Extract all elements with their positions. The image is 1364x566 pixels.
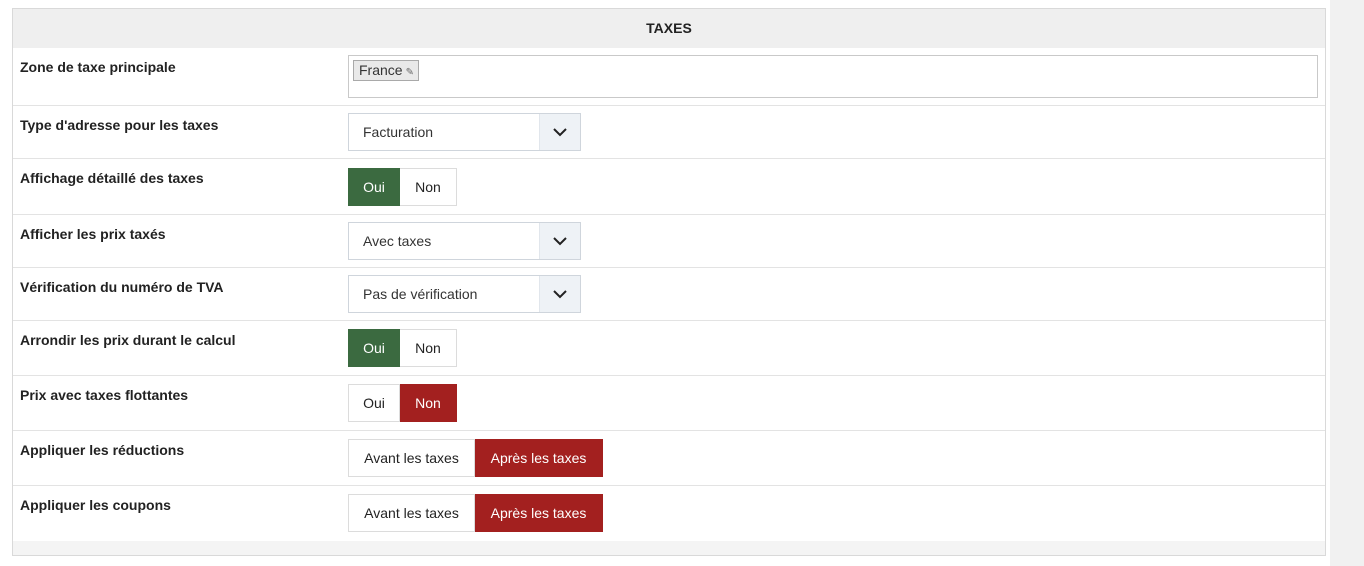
- round-prices-non[interactable]: Non: [400, 329, 457, 367]
- row-show-prices: Afficher les prix taxés Avec taxes: [13, 215, 1325, 268]
- pencil-icon[interactable]: ✎: [406, 67, 414, 78]
- apply-coupons-toggle: Avant les taxes Après les taxes: [348, 494, 603, 532]
- show-prices-select[interactable]: Avec taxes: [348, 222, 581, 260]
- vat-check-select[interactable]: Pas de vérification: [348, 275, 581, 313]
- detailed-taxes-oui[interactable]: Oui: [348, 168, 400, 206]
- row-round-prices: Arrondir les prix durant le calcul Oui N…: [13, 321, 1325, 376]
- apply-coupons-label: Appliquer les coupons: [20, 497, 171, 513]
- zone-label: Zone de taxe principale: [20, 59, 176, 75]
- page-scrollbar[interactable]: [1330, 0, 1364, 566]
- floating-taxes-label: Prix avec taxes flottantes: [20, 387, 189, 403]
- panel-title: TAXES: [13, 9, 1325, 48]
- row-address-type: Type d'adresse pour les taxes Facturatio…: [13, 106, 1325, 159]
- row-apply-discounts: Appliquer les réductions Avant les taxes…: [13, 431, 1325, 486]
- address-type-value: Facturation: [363, 124, 434, 140]
- row-floating-taxes: Prix avec taxes flottantes Oui Non: [13, 376, 1325, 431]
- vat-check-label: Vérification du numéro de TVA: [20, 279, 224, 295]
- round-prices-toggle: Oui Non: [348, 329, 457, 367]
- chevron-down-icon[interactable]: [539, 223, 580, 259]
- discounts-after-taxes[interactable]: Après les taxes: [475, 439, 603, 477]
- vat-check-value: Pas de vérification: [363, 286, 478, 302]
- discounts-before-taxes[interactable]: Avant les taxes: [348, 439, 475, 477]
- chevron-down-icon[interactable]: [539, 114, 580, 150]
- settings-rows: Zone de taxe principale France ✎ Type d'a…: [13, 48, 1325, 541]
- zone-tag[interactable]: France ✎: [353, 60, 419, 81]
- zone-tag-text: France: [359, 62, 403, 78]
- row-vat-check: Vérification du numéro de TVA Pas de vér…: [13, 268, 1325, 321]
- show-prices-value: Avec taxes: [363, 233, 432, 249]
- apply-discounts-toggle: Avant les taxes Après les taxes: [348, 439, 603, 477]
- coupons-after-taxes[interactable]: Après les taxes: [475, 494, 603, 532]
- address-type-label: Type d'adresse pour les taxes: [20, 117, 219, 133]
- detailed-taxes-toggle: Oui Non: [348, 168, 457, 206]
- show-prices-label: Afficher les prix taxés: [20, 226, 166, 242]
- row-zone: Zone de taxe principale France ✎: [13, 48, 1325, 106]
- detailed-taxes-label: Affichage détaillé des taxes: [20, 170, 204, 186]
- row-detailed-taxes: Affichage détaillé des taxes Oui Non: [13, 159, 1325, 215]
- detailed-taxes-non[interactable]: Non: [400, 168, 457, 206]
- round-prices-label: Arrondir les prix durant le calcul: [20, 332, 236, 348]
- round-prices-oui[interactable]: Oui: [348, 329, 400, 367]
- row-apply-coupons: Appliquer les coupons Avant les taxes Ap…: [13, 486, 1325, 541]
- coupons-before-taxes[interactable]: Avant les taxes: [348, 494, 475, 532]
- zone-tag-input[interactable]: France ✎: [348, 55, 1318, 98]
- address-type-select[interactable]: Facturation: [348, 113, 581, 151]
- chevron-down-icon[interactable]: [539, 276, 580, 312]
- floating-taxes-non[interactable]: Non: [400, 384, 457, 422]
- apply-discounts-label: Appliquer les réductions: [20, 442, 185, 458]
- taxes-panel: TAXES Zone de taxe principale France ✎ Ty…: [12, 8, 1326, 556]
- floating-taxes-toggle: Oui Non: [348, 384, 457, 422]
- floating-taxes-oui[interactable]: Oui: [348, 384, 400, 422]
